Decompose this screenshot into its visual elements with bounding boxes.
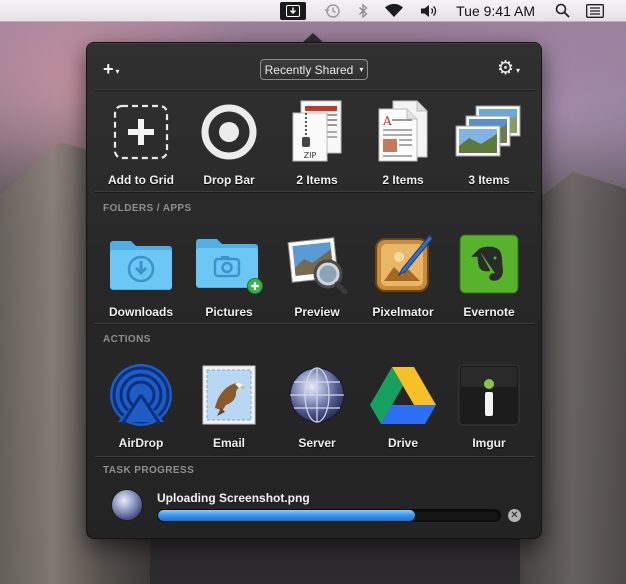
- google-drive-icon: [366, 358, 440, 432]
- downloads-folder-icon: [104, 227, 178, 301]
- divider: [95, 456, 535, 457]
- grid-tile-stack[interactable]: ZIP 2 Items: [273, 95, 361, 195]
- svg-text:A: A: [382, 114, 392, 128]
- email-icon: [192, 358, 266, 432]
- action-airdrop[interactable]: AirDrop: [97, 358, 185, 458]
- tile-label: Preview: [294, 305, 340, 319]
- volume-icon[interactable]: [412, 0, 448, 22]
- pictures-folder-icon: [192, 227, 266, 301]
- grid-row: AirDrop Email Server Drive Imgur: [95, 358, 535, 458]
- task-title: Uploading Screenshot.png: [157, 491, 310, 505]
- dropzone-popover: + ▾ Recently Shared ▾ ⚙ ▾ Add to Grid Dr…: [86, 42, 542, 539]
- app-evernote[interactable]: Evernote: [445, 227, 533, 327]
- task-thumbnail: [111, 489, 143, 521]
- grid-tile-stack[interactable]: A 2 Items: [359, 95, 447, 195]
- action-server[interactable]: Server: [273, 358, 361, 458]
- section-title-folders-apps: FOLDERS / APPS: [103, 203, 192, 214]
- menu-bar: Tue 9:41 AM: [0, 0, 626, 22]
- settings-menu-button[interactable]: ⚙ ▾: [497, 57, 529, 79]
- tile-label: Email: [212, 436, 245, 450]
- action-email[interactable]: Email: [185, 358, 273, 458]
- drop-bar-icon: [192, 95, 266, 169]
- evernote-app-icon: [452, 227, 526, 301]
- task-progress-bar: [157, 509, 501, 522]
- app-preview[interactable]: Preview: [273, 227, 361, 327]
- tile-label: Imgur: [472, 436, 506, 450]
- notification-center-icon[interactable]: [578, 0, 612, 22]
- view-dropdown[interactable]: Recently Shared ▾: [260, 59, 368, 80]
- grid-tile-stack[interactable]: 3 Items: [445, 95, 533, 195]
- pixelmator-app-icon: [366, 227, 440, 301]
- time-machine-icon[interactable]: [316, 0, 350, 22]
- dropzone-menubar-icon[interactable]: [280, 1, 307, 20]
- tile-label: 2 Items: [382, 173, 424, 187]
- action-drive[interactable]: Drive: [359, 358, 447, 458]
- documents-stack-icon: A: [366, 95, 440, 169]
- airdrop-icon: [104, 358, 178, 432]
- imgur-icon: [452, 358, 526, 432]
- action-imgur[interactable]: Imgur: [445, 358, 533, 458]
- plus-icon: +: [103, 58, 114, 79]
- grid-tile-drop-bar[interactable]: Drop Bar: [185, 95, 273, 195]
- add-to-grid-icon: [104, 95, 178, 169]
- grid-row: Downloads Pictures Preview Pixelmator Ev…: [95, 227, 535, 327]
- folder-downloads[interactable]: Downloads: [97, 227, 185, 327]
- folder-pictures[interactable]: Pictures: [185, 227, 273, 327]
- cancel-task-button[interactable]: ✕: [508, 509, 521, 522]
- divider: [95, 323, 535, 324]
- chevron-down-icon: ▾: [516, 66, 521, 75]
- tile-label: Add to Grid: [108, 173, 174, 187]
- grid-row: Add to Grid Drop Bar ZIP 2 Items A 2 Ite…: [95, 95, 535, 195]
- preview-app-icon: [280, 227, 354, 301]
- bluetooth-icon[interactable]: [350, 0, 376, 22]
- task-progress-fill: [158, 510, 415, 521]
- tile-label: Server: [298, 436, 336, 450]
- tile-label: Pictures: [205, 305, 253, 319]
- wifi-icon[interactable]: [376, 0, 412, 22]
- svg-text:ZIP: ZIP: [304, 151, 317, 160]
- gear-icon: ⚙: [497, 57, 515, 79]
- server-icon: [280, 358, 354, 432]
- view-dropdown-label: Recently Shared: [264, 62, 354, 77]
- tile-label: AirDrop: [118, 436, 164, 450]
- tile-label: 3 Items: [468, 173, 510, 187]
- spotlight-icon[interactable]: [547, 0, 578, 22]
- tile-label: 2 Items: [296, 173, 338, 187]
- tile-label: Evernote: [463, 305, 515, 319]
- grid-tile-add-to-grid[interactable]: Add to Grid: [97, 95, 185, 195]
- divider: [95, 89, 535, 90]
- task-row: Uploading Screenshot.png ✕: [87, 483, 543, 539]
- section-title-task-progress: TASK PROGRESS: [103, 465, 195, 476]
- tile-label: Drop Bar: [203, 173, 255, 187]
- tile-label: Pixelmator: [372, 305, 434, 319]
- popover-toolbar: + ▾ Recently Shared ▾ ⚙ ▾: [87, 43, 543, 89]
- section-title-actions: ACTIONS: [103, 334, 151, 345]
- close-icon: ✕: [510, 509, 519, 521]
- divider: [95, 191, 535, 192]
- chevron-down-icon: ▾: [115, 66, 120, 76]
- tile-label: Drive: [387, 436, 419, 450]
- documents-stack-icon: ZIP: [280, 95, 354, 169]
- photos-stack-icon: [452, 95, 526, 169]
- menubar-clock[interactable]: Tue 9:41 AM: [448, 3, 547, 19]
- chevron-down-icon: ▾: [359, 65, 364, 74]
- tile-label: Downloads: [108, 305, 173, 319]
- app-pixelmator[interactable]: Pixelmator: [359, 227, 447, 327]
- add-menu-button[interactable]: + ▾: [103, 59, 133, 79]
